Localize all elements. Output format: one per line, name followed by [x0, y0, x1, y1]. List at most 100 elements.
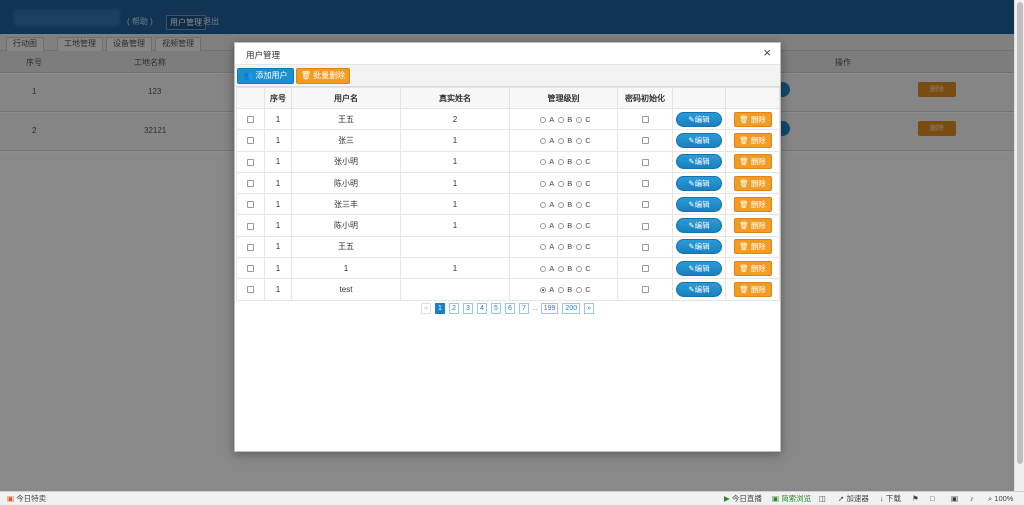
window-icon[interactable]: ▣ [951, 494, 958, 504]
edit-button[interactable]: ✎编辑 [676, 154, 722, 170]
accelerator-link[interactable]: ➚ 加速器 [838, 494, 869, 504]
row-checkbox[interactable] [247, 265, 254, 273]
vertical-scrollbar[interactable] [1014, 0, 1024, 491]
level-radio[interactable] [576, 159, 583, 166]
close-icon[interactable]: × [763, 46, 771, 60]
level-radio[interactable] [540, 116, 547, 123]
delete-button[interactable]: 🗑 删除 [733, 239, 772, 255]
level-radio[interactable] [558, 223, 565, 230]
level-radio[interactable] [576, 137, 583, 144]
level-radio[interactable] [558, 137, 565, 144]
password-reset-checkbox[interactable] [641, 158, 649, 166]
password-reset-checkbox[interactable] [641, 137, 649, 145]
level-option-label: C [585, 157, 591, 167]
delete-button[interactable]: 🗑 删除 [733, 175, 772, 191]
page-button[interactable]: 2 [448, 303, 459, 314]
edit-button[interactable]: ✎编辑 [676, 175, 722, 191]
row-checkbox[interactable] [247, 286, 254, 294]
volume-icon[interactable]: ♪ [970, 494, 974, 504]
delete-button[interactable]: 🗑 删除 [733, 111, 772, 127]
password-reset-checkbox[interactable] [641, 222, 649, 230]
page-button[interactable]: 1 [434, 303, 445, 314]
row-checkbox[interactable] [247, 243, 254, 251]
password-reset-checkbox[interactable] [641, 116, 649, 124]
delete-cell: 🗑 删除 [725, 129, 780, 152]
edit-button[interactable]: ✎编辑 [676, 111, 722, 127]
level-radio[interactable] [558, 116, 565, 123]
level-radio[interactable] [558, 265, 565, 272]
level-radio[interactable] [540, 180, 547, 187]
level-radio[interactable] [576, 287, 583, 294]
grid-icon[interactable]: ◫ [819, 494, 826, 504]
delete-label: 删除 [750, 157, 766, 167]
deals-link[interactable]: ▣ 今日特卖 [7, 494, 46, 504]
level-radio[interactable] [558, 180, 565, 187]
batch-delete-button[interactable]: 🗑 批量删除 [296, 68, 350, 84]
level-radio[interactable] [576, 223, 583, 230]
delete-button[interactable]: 🗑 删除 [733, 218, 772, 234]
zoom-label: 100% [994, 494, 1014, 503]
row-checkbox[interactable] [247, 137, 254, 145]
level-radio[interactable] [576, 180, 583, 187]
row-checkbox[interactable] [247, 222, 254, 230]
username-cell: 王五 [291, 107, 401, 131]
row-checkbox[interactable] [247, 201, 254, 209]
password-reset-checkbox[interactable] [641, 201, 649, 209]
password-reset-checkbox[interactable] [641, 286, 649, 294]
password-reset-checkbox[interactable] [641, 179, 649, 187]
level-radio[interactable] [576, 201, 583, 208]
page-button[interactable]: 200 [562, 303, 581, 314]
level-radio[interactable] [540, 265, 547, 272]
flag-icon[interactable]: ⚑ [912, 494, 919, 504]
level-radio[interactable] [540, 244, 547, 251]
add-user-button[interactable]: 👥 添加用户 [237, 68, 294, 84]
browse-link[interactable]: ▣ 简索浏览 [772, 494, 811, 504]
page-button[interactable]: 7 [518, 303, 529, 314]
delete-button[interactable]: 🗑 删除 [733, 154, 772, 170]
live-link[interactable]: ▶ 今日直播 [724, 494, 762, 504]
password-reset-checkbox[interactable] [641, 265, 649, 273]
row-checkbox[interactable] [247, 158, 254, 166]
edit-button[interactable]: ✎编辑 [676, 132, 722, 148]
level-radio[interactable] [540, 159, 547, 166]
page-button[interactable]: 199 [540, 303, 559, 314]
level-radio[interactable] [558, 287, 565, 294]
page-button[interactable]: 3 [462, 303, 473, 314]
edit-button[interactable]: ✎编辑 [676, 260, 722, 276]
level-radio[interactable] [540, 137, 547, 144]
trash-icon: 🗑 [300, 71, 312, 80]
level-radio[interactable] [540, 287, 547, 294]
page-button[interactable]: 6 [504, 303, 515, 314]
edit-button[interactable]: ✎编辑 [676, 218, 722, 234]
edit-button[interactable]: ✎编辑 [676, 196, 722, 212]
level-radio[interactable] [558, 201, 565, 208]
download-link[interactable]: ↓ 下载 [880, 494, 901, 504]
trash-icon: 🗑 [739, 199, 749, 209]
level-radio[interactable] [558, 244, 565, 251]
page-button[interactable]: 5 [490, 303, 501, 314]
edit-button[interactable]: ✎编辑 [676, 282, 722, 298]
level-radio[interactable] [540, 223, 547, 230]
page-button[interactable]: 4 [476, 303, 487, 314]
level-radio[interactable] [576, 244, 583, 251]
delete-button[interactable]: 🗑 删除 [733, 260, 772, 276]
next-page-button[interactable]: » [584, 303, 595, 314]
level-radio[interactable] [558, 159, 565, 166]
realname-cell: 2 [400, 107, 510, 131]
delete-button[interactable]: 🗑 删除 [733, 132, 772, 148]
level-radio[interactable] [540, 201, 547, 208]
screenshot-icon[interactable]: □ [930, 494, 935, 504]
select-cell [236, 214, 265, 237]
row-checkbox[interactable] [247, 179, 254, 187]
zoom-control[interactable]: ⌕ 100% [988, 494, 1013, 504]
prev-page-button[interactable]: « [420, 303, 431, 314]
delete-button[interactable]: 🗑 删除 [733, 282, 772, 298]
edit-button[interactable]: ✎编辑 [676, 239, 722, 255]
level-radio[interactable] [576, 265, 583, 272]
delete-button[interactable]: 🗑 删除 [733, 196, 772, 212]
level-radio[interactable] [576, 116, 583, 123]
scrollbar-thumb[interactable] [1017, 2, 1023, 464]
select-cell [236, 150, 265, 173]
row-checkbox[interactable] [247, 116, 254, 124]
password-reset-checkbox[interactable] [641, 243, 649, 251]
